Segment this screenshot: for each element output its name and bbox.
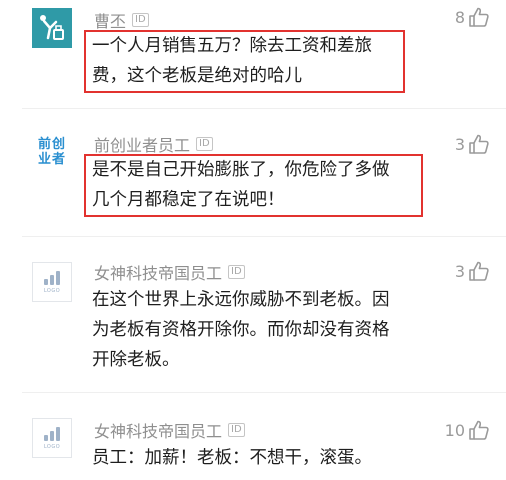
comment-username[interactable]: 曹丕 ID — [94, 8, 149, 32]
like-button[interactable]: 10 — [445, 419, 490, 441]
comment-text: 一个人月销售五万？除去工资和差旅 费，这个老板是绝对的哈儿 — [92, 36, 372, 86]
user-avatar[interactable] — [32, 8, 72, 48]
comment-username[interactable]: 女神科技帝国员工 ID — [94, 418, 245, 442]
user-avatar[interactable]: LOGO — [32, 418, 72, 458]
thumbs-up-icon — [469, 261, 489, 281]
like-count: 8 — [454, 7, 465, 27]
thumbs-up-icon — [469, 420, 489, 440]
figure-icon — [40, 15, 64, 40]
comment-text: 员工：加薪！老板：不想干，滚蛋。 — [92, 448, 372, 468]
user-avatar[interactable]: 前创 业者 — [32, 132, 72, 172]
like-count: 3 — [454, 134, 465, 154]
id-badge: ID — [228, 423, 245, 437]
id-badge: ID — [228, 265, 245, 279]
divider — [22, 108, 506, 109]
comment-username[interactable]: 前创业者员工 ID — [94, 132, 213, 156]
comment-list: 曹丕 ID 8 一个人月销售五万？除去工资和差旅 费，这个老板是绝对的哈儿 前创… — [0, 0, 506, 480]
like-button[interactable]: 3 — [455, 260, 490, 282]
id-badge: ID — [132, 13, 149, 27]
thumbs-up-icon — [469, 134, 489, 154]
like-button[interactable]: 3 — [455, 133, 490, 155]
logo-icon — [43, 426, 61, 441]
comment-username[interactable]: 女神科技帝国员工 ID — [94, 260, 245, 284]
like-count: 3 — [454, 261, 465, 281]
thumbs-up-icon — [469, 7, 489, 27]
logo-icon — [43, 270, 61, 285]
comment-text: 在这个世界上永远你威胁不到老板。因 为老板有资格开除你。而你却没有资格 开除老板… — [92, 290, 390, 370]
like-count: 10 — [444, 420, 465, 440]
like-button[interactable]: 8 — [455, 6, 490, 28]
user-avatar[interactable]: LOGO — [32, 262, 72, 302]
divider — [22, 236, 506, 237]
divider — [22, 392, 506, 393]
comment-text: 是不是自己开始膨胀了，你危险了多做 几个月都稳定了在说吧！ — [92, 160, 390, 210]
id-badge: ID — [196, 137, 213, 151]
